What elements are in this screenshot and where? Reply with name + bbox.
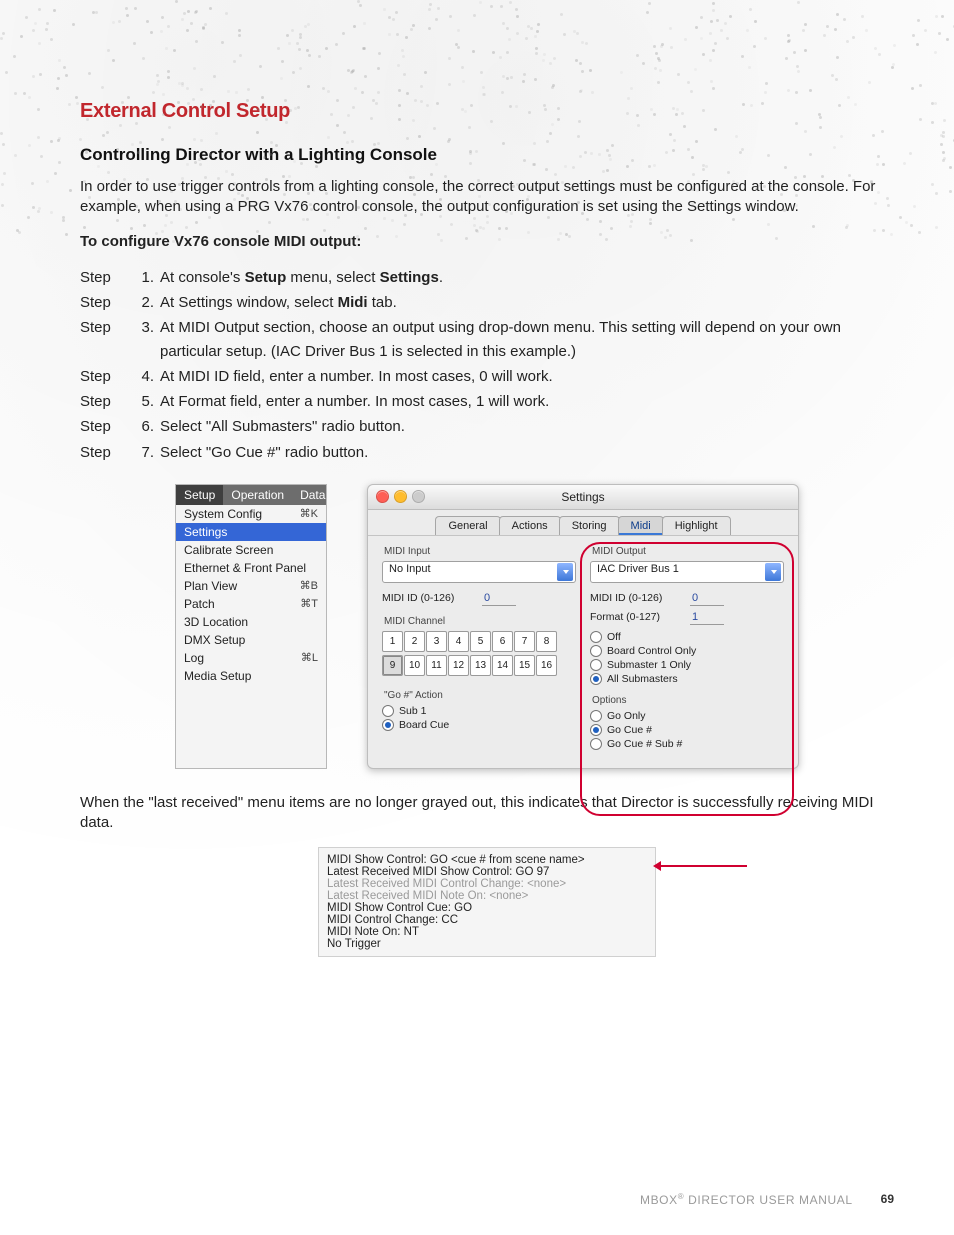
menubar-tab[interactable]: Operation — [223, 485, 292, 505]
radio-option[interactable]: Sub 1 — [382, 705, 576, 717]
menubar-tab[interactable]: Setup — [176, 485, 223, 505]
menu-item[interactable]: 3D Location — [176, 613, 326, 631]
midi-channel-button[interactable]: 11 — [426, 655, 447, 676]
settings-tabs: GeneralActionsStoringMidiHighlight — [368, 510, 798, 535]
page-footer: MBOX® DIRECTOR USER MANUAL 69 — [80, 1192, 894, 1207]
step-row: Step4.At MIDI ID field, enter a number. … — [80, 365, 894, 388]
midi-id-left-value[interactable]: 0 — [482, 591, 516, 606]
traffic-close-icon — [376, 490, 389, 503]
menu-item[interactable]: System Config⌘K — [176, 505, 326, 523]
midi-status-line: Latest Received MIDI Show Control: GO 97 — [327, 866, 647, 878]
settings-tab[interactable]: Midi — [618, 516, 664, 535]
midi-input-dropdown[interactable]: No Input — [382, 561, 576, 583]
step-row: Step2.At Settings window, select Midi ta… — [80, 291, 894, 314]
menubar: SetupOperationData — [176, 485, 326, 505]
midi-channel-button[interactable]: 14 — [492, 655, 513, 676]
midi-channel-button[interactable]: 5 — [470, 631, 491, 652]
configure-label: To configure Vx76 console MIDI output: — [80, 232, 894, 252]
midi-status-line: MIDI Show Control: GO <cue # from scene … — [327, 854, 647, 866]
midi-input-label: MIDI Input — [384, 546, 576, 557]
midi-channel-grid[interactable]: 12345678910111213141516 — [382, 631, 576, 676]
menu-item[interactable]: Patch⌘T — [176, 595, 326, 613]
settings-tab[interactable]: Highlight — [662, 516, 731, 535]
midi-channel-button[interactable]: 6 — [492, 631, 513, 652]
settings-tab[interactable]: Storing — [559, 516, 620, 535]
midi-channel-button[interactable]: 9 — [382, 655, 403, 676]
settings-tab[interactable]: General — [435, 516, 500, 535]
menu-item[interactable]: Ethernet & Front Panel — [176, 559, 326, 577]
midi-channel-button[interactable]: 8 — [536, 631, 557, 652]
midi-channel-button[interactable]: 16 — [536, 655, 557, 676]
go-action-label: "Go #" Action — [384, 690, 576, 701]
traffic-minimize-icon — [394, 490, 407, 503]
footer-brand: MBOX — [640, 1193, 678, 1207]
menu-item[interactable]: Plan View⌘B — [176, 577, 326, 595]
midi-channel-button[interactable]: 13 — [470, 655, 491, 676]
settings-tab[interactable]: Actions — [499, 516, 561, 535]
midi-channel-button[interactable]: 3 — [426, 631, 447, 652]
intro-paragraph: In order to use trigger controls from a … — [80, 177, 894, 218]
midi-status-line: Latest Received MIDI Note On: <none> — [327, 890, 647, 902]
traffic-zoom-icon — [412, 490, 425, 503]
page-number: 69 — [881, 1192, 894, 1207]
menu-item[interactable]: Log⌘L — [176, 649, 326, 667]
step-row: Step1.At console's Setup menu, select Se… — [80, 266, 894, 289]
radio-option[interactable]: Board Cue — [382, 719, 576, 731]
midi-channel-button[interactable]: 12 — [448, 655, 469, 676]
settings-window-screenshot: Settings GeneralActionsStoringMidiHighli… — [367, 484, 799, 769]
step-row: Step3.At MIDI Output section, choose an … — [80, 316, 894, 363]
midi-channel-button[interactable]: 2 — [404, 631, 425, 652]
section-title: External Control Setup — [80, 100, 894, 123]
step-row: Step6.Select "All Submasters" radio butt… — [80, 415, 894, 438]
menu-item[interactable]: Calibrate Screen — [176, 541, 326, 559]
midi-channel-button[interactable]: 1 — [382, 631, 403, 652]
steps-list: Step1.At console's Setup menu, select Se… — [80, 266, 894, 464]
midi-status-line: Latest Received MIDI Control Change: <no… — [327, 878, 647, 890]
menu-item[interactable]: Settings — [176, 523, 326, 541]
midi-status-line: No Trigger — [327, 938, 647, 950]
midi-id-left-label: MIDI ID (0-126) — [382, 592, 476, 604]
midi-channel-button[interactable]: 15 — [514, 655, 535, 676]
red-annotation-ellipse — [580, 542, 794, 816]
menu-item[interactable]: Media Setup — [176, 667, 326, 685]
midi-status-list-screenshot: MIDI Show Control: GO <cue # from scene … — [318, 847, 656, 957]
midi-channel-button[interactable]: 7 — [514, 631, 535, 652]
midi-channel-button[interactable]: 10 — [404, 655, 425, 676]
subheading: Controlling Director with a Lighting Con… — [80, 145, 894, 165]
midi-channel-label: MIDI Channel — [384, 616, 576, 627]
red-arrow-icon — [659, 865, 747, 867]
menubar-tab[interactable]: Data — [292, 485, 333, 505]
setup-menu-screenshot: SetupOperationData System Config⌘KSettin… — [175, 484, 327, 769]
menu-item[interactable]: DMX Setup — [176, 631, 326, 649]
step-row: Step7.Select "Go Cue #" radio button. — [80, 441, 894, 464]
midi-status-line: MIDI Note On: NT — [327, 926, 647, 938]
window-title: Settings — [561, 490, 604, 504]
midi-status-line: MIDI Show Control Cue: GO — [327, 902, 647, 914]
midi-output-dropdown[interactable]: IAC Driver Bus 1 — [590, 561, 784, 583]
midi-status-line: MIDI Control Change: CC — [327, 914, 647, 926]
step-row: Step5.At Format field, enter a number. I… — [80, 390, 894, 413]
midi-channel-button[interactable]: 4 — [448, 631, 469, 652]
